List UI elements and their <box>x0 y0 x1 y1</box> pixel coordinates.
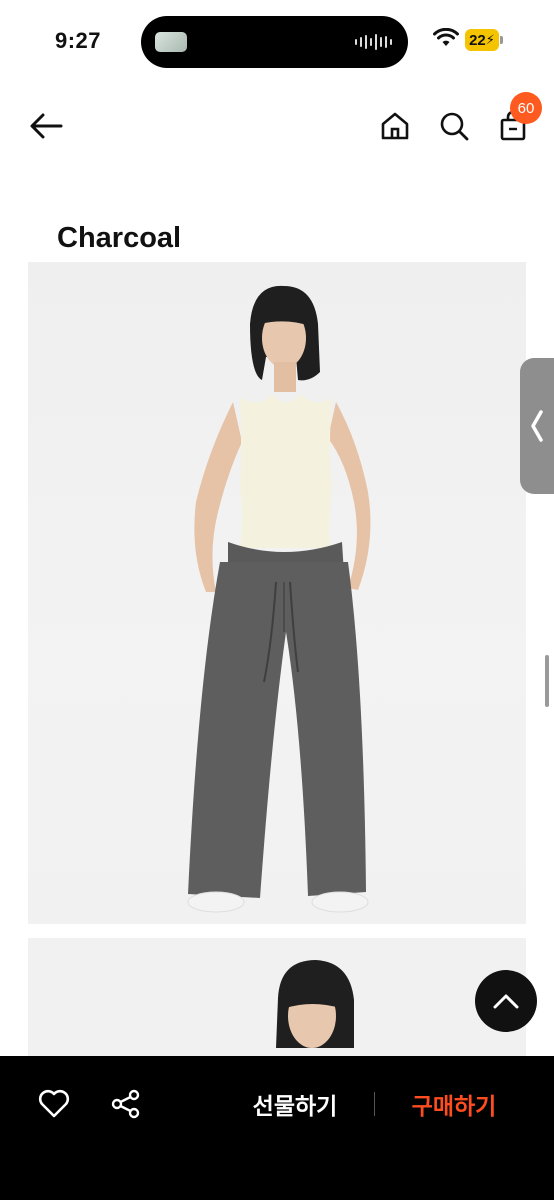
share-button[interactable] <box>110 1088 142 1120</box>
chevron-left-icon <box>531 410 543 442</box>
status-bar: 9:27 22 ⚡ <box>0 0 554 80</box>
side-drawer-tab[interactable] <box>520 358 554 494</box>
battery-level: 22 <box>469 31 486 49</box>
dynamic-island <box>141 16 408 68</box>
color-title: Charcoal <box>57 222 182 254</box>
audio-wave-icon <box>355 33 392 51</box>
status-time: 9:27 <box>55 28 102 53</box>
search-icon <box>440 112 469 141</box>
home-icon <box>381 112 409 140</box>
charging-bolt-icon: ⚡ <box>485 32 495 47</box>
cart-count-badge: 60 <box>510 92 542 124</box>
share-icon <box>111 1089 140 1119</box>
like-button[interactable] <box>38 1088 70 1120</box>
bottom-action-bar <box>0 1056 554 1200</box>
heart-icon <box>38 1089 70 1118</box>
scroll-indicator[interactable] <box>545 655 549 707</box>
battery-nub <box>500 36 503 44</box>
scroll-to-top-button[interactable] <box>475 970 537 1032</box>
back-button[interactable] <box>24 106 68 146</box>
buy-button[interactable]: 구매하기 <box>390 1084 518 1124</box>
chevron-up-icon <box>493 994 519 1009</box>
battery-indicator: 22 ⚡ <box>465 29 499 51</box>
back-arrow-icon <box>30 113 63 139</box>
button-divider <box>374 1092 375 1116</box>
now-playing-thumbnail <box>155 32 187 52</box>
home-button[interactable] <box>376 106 414 146</box>
wifi-icon <box>433 28 459 46</box>
search-button[interactable] <box>434 106 474 146</box>
product-photo-2 <box>28 938 526 1058</box>
top-navigation <box>0 90 554 160</box>
gift-button[interactable]: 선물하기 <box>230 1084 360 1124</box>
product-photo <box>28 262 526 924</box>
